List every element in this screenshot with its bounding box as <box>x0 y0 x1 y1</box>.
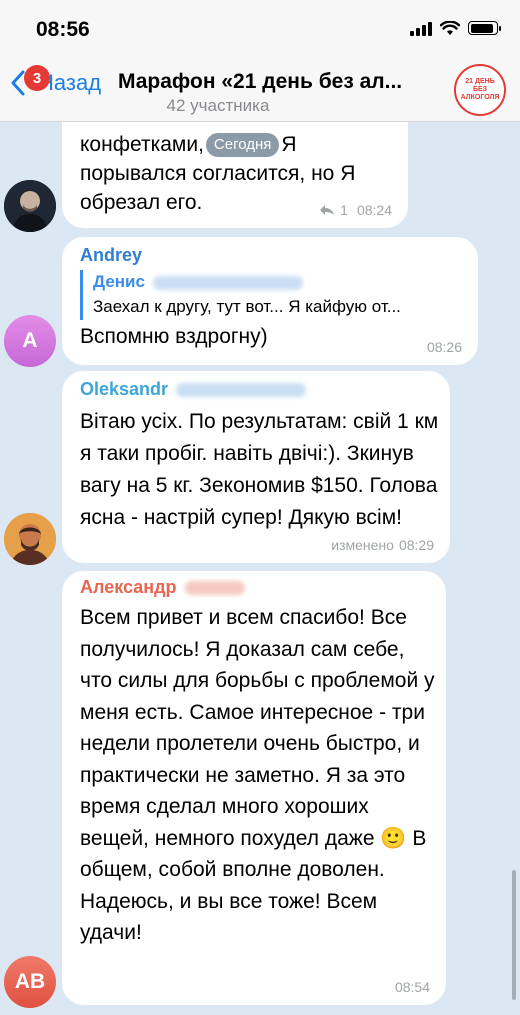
avatar-initials: AB <box>14 970 46 993</box>
message-meta: 1 08:24 <box>319 202 392 218</box>
unread-badge: 3 <box>24 65 50 91</box>
message-text: Вітаю усіх. По результатам: свій 1 км я … <box>80 410 439 529</box>
sender-name-row: Александр <box>80 577 436 598</box>
message-line: обрезал его. <box>80 191 203 214</box>
message-text: Всем привет и всем спасибо! Все получило… <box>80 602 436 949</box>
sender-name-row: Oleksandr <box>80 379 440 400</box>
message-text-part: Всем привет и всем спасибо! Все получило… <box>80 606 435 850</box>
status-icons <box>410 20 501 36</box>
message-text: Вспомню вздрогну) <box>80 325 268 348</box>
back-button[interactable]: Назад 3 <box>10 65 101 96</box>
edited-label: изменено <box>331 537 394 553</box>
message-meta: 08:26 <box>427 339 462 355</box>
user-photo-icon <box>4 513 56 565</box>
reply-preview[interactable]: Денис Заехал к другу, тут вот... Я кайфу… <box>80 270 465 320</box>
user-photo-icon <box>4 180 56 232</box>
wifi-icon <box>440 20 460 35</box>
blurred-surname <box>176 383 307 398</box>
scrollbar[interactable] <box>512 870 516 1000</box>
chat-title[interactable]: Марафон «21 день без ал... <box>118 70 448 94</box>
blurred-surname <box>184 581 245 596</box>
message-bubble[interactable]: Andrey Денис Заехал к другу, тут вот... … <box>62 237 478 365</box>
message-meta: 08:54 <box>395 979 430 995</box>
message-line: Я <box>281 133 297 156</box>
message-time: 08:54 <box>394 979 430 995</box>
blurred-surname <box>152 275 303 290</box>
reply-icon <box>320 205 335 215</box>
avatar[interactable] <box>4 180 56 232</box>
message-time: 08:24 <box>356 202 392 218</box>
date-pill: Сегодня <box>205 133 280 157</box>
top-bar: 08:56 Назад 3 Марафон «21 день без ал...… <box>0 0 520 122</box>
chat-subtitle: 42 участника <box>166 96 270 115</box>
status-time: 08:56 <box>36 18 90 41</box>
chat-avatar-line2: БЕЗ АЛКОГОЛЯ <box>460 86 500 101</box>
chat-avatar-line1: 21 ДЕНЬ <box>465 78 495 86</box>
message-bubble[interactable]: конфетками, Сегодня Я порывался согласится… <box>62 110 408 228</box>
reply-sender-name: Денис <box>93 272 145 291</box>
avatar[interactable]: A <box>4 315 56 367</box>
sender-name: Oleksandr <box>80 379 169 399</box>
chat-avatar[interactable]: 21 ДЕНЬ БЕЗ АЛКОГОЛЯ <box>454 64 506 116</box>
cellular-signal-icon <box>410 20 432 36</box>
avatar[interactable] <box>4 513 56 565</box>
reply-count: 1 <box>340 202 348 218</box>
message-line: конфетками, <box>80 133 204 156</box>
smiley-emoji: 🙂 <box>380 826 407 850</box>
message-bubble[interactable]: Александр Всем привет и всем спасибо! Вс… <box>62 571 446 1005</box>
avatar[interactable]: AB <box>4 956 56 1008</box>
avatar-initial: A <box>22 329 38 352</box>
message-line: порывался согласится, но Я <box>80 162 356 185</box>
sender-name: Александр <box>80 577 177 597</box>
message-time: 08:29 <box>398 537 434 553</box>
message-bubble[interactable]: Oleksandr Вітаю усіх. По результатам: св… <box>62 371 450 563</box>
battery-icon <box>468 21 501 35</box>
message-time: 08:26 <box>426 339 462 355</box>
reply-text: Заехал к другу, тут вот... Я кайфую от..… <box>93 297 401 316</box>
sender-name: Andrey <box>80 245 143 265</box>
message-meta: изменено 08:29 <box>331 537 434 553</box>
